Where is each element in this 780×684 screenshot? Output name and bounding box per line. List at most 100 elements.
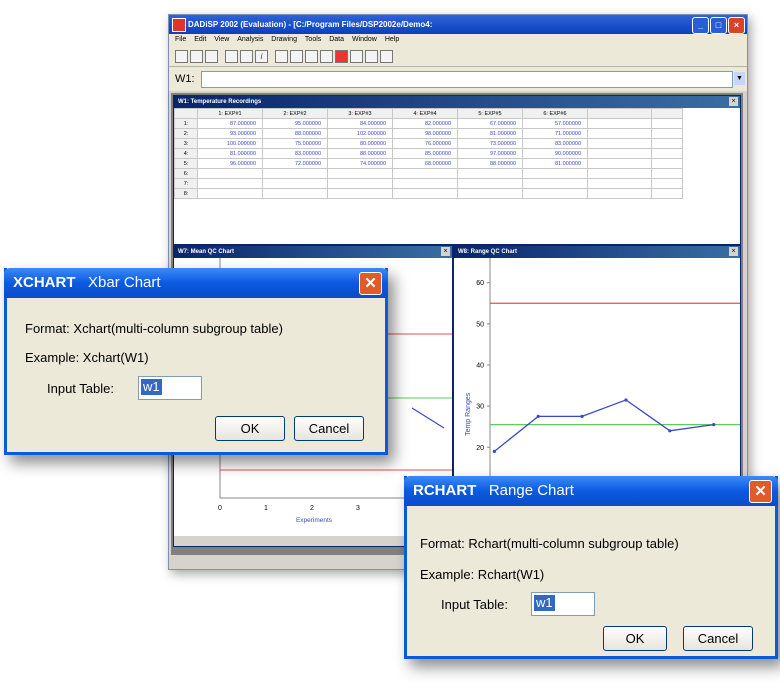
table-row[interactable]: 6: [174, 168, 683, 179]
table-cell[interactable]: 90.000000 [522, 148, 588, 159]
column-header[interactable]: 4: EXP#4 [392, 108, 458, 119]
open-icon[interactable] [190, 50, 203, 63]
chevron-down-icon[interactable]: ▼ [734, 72, 745, 85]
row-header[interactable]: 5: [174, 158, 198, 169]
row-header[interactable]: 3: [174, 138, 198, 149]
ok-button[interactable]: OK [215, 416, 285, 441]
maximize-icon[interactable]: □ [710, 17, 727, 34]
table-cell[interactable]: 100.000000 [197, 138, 263, 149]
table-cell[interactable]: 97.000000 [457, 148, 523, 159]
table-cell-empty[interactable] [587, 138, 652, 149]
close-icon[interactable]: ✕ [359, 272, 382, 295]
menu-edit[interactable]: Edit [194, 36, 206, 43]
menu-tools[interactable]: Tools [305, 36, 321, 43]
row-header[interactable]: 1: [174, 118, 198, 129]
table-cell[interactable] [392, 178, 458, 189]
table-cell[interactable]: 93.000000 [197, 128, 263, 139]
minimize-icon[interactable]: _ [692, 17, 709, 34]
close-icon[interactable]: × [728, 17, 745, 34]
menu-file[interactable]: File [175, 36, 186, 43]
close-icon[interactable]: × [729, 97, 738, 106]
table-cell[interactable]: 80.000000 [327, 138, 393, 149]
input-table-field[interactable]: w1 [531, 592, 595, 616]
table-cell[interactable]: 57.000000 [522, 118, 588, 129]
table-cell[interactable] [522, 178, 588, 189]
table-row[interactable]: 2: 93.000000 88.000000 102.000000 98.000000 8… [174, 128, 683, 139]
table-row[interactable]: 5: 96.000000 72.000000 74.000000 68.000000 88… [174, 158, 683, 169]
table-cell[interactable]: 72.000000 [262, 158, 328, 169]
table-cell[interactable]: 68.000000 [392, 158, 458, 169]
help-pointer-icon[interactable] [380, 50, 393, 63]
close-icon[interactable]: ✕ [749, 480, 772, 503]
column-header[interactable]: 6: EXP#6 [522, 108, 588, 119]
close-icon[interactable]: × [729, 247, 738, 256]
zoom-icon[interactable] [320, 50, 333, 63]
table-cell-empty[interactable] [587, 128, 652, 139]
table-cell[interactable]: 81.000000 [522, 158, 588, 169]
row-header[interactable]: 6: [174, 168, 198, 179]
row-header[interactable]: 7: [174, 178, 198, 189]
table-cell[interactable] [457, 178, 523, 189]
table-cell[interactable] [197, 168, 263, 179]
data-table[interactable]: 1: EXP#1 2: EXP#2 3: EXP#3 4: EXP#4 5: E… [174, 108, 683, 199]
table-cell[interactable] [262, 188, 328, 199]
table-cell[interactable]: 88.000000 [327, 148, 393, 159]
table-row[interactable]: 4: 81.000000 83.000000 88.000000 85.000000 97… [174, 148, 683, 159]
table-cell-empty[interactable] [587, 178, 652, 189]
table-cell-empty[interactable] [587, 148, 652, 159]
table-cell[interactable] [457, 188, 523, 199]
table-cell[interactable]: 67.000000 [457, 118, 523, 129]
table-icon[interactable] [290, 50, 303, 63]
table-cell[interactable]: 81.000000 [197, 148, 263, 159]
cancel-button[interactable]: Cancel [294, 416, 364, 441]
table-cell[interactable]: 88.000000 [457, 158, 523, 169]
table-cell[interactable] [522, 188, 588, 199]
table-cell[interactable]: 73.000000 [457, 138, 523, 149]
close-icon[interactable]: × [441, 247, 450, 256]
table-cell[interactable] [327, 168, 393, 179]
italic-icon[interactable]: i [255, 50, 268, 63]
table-window[interactable]: W1: Temperature Recordings × 1: EXP#1 2:… [173, 95, 741, 245]
table-row[interactable]: 7: [174, 178, 683, 189]
table-cell[interactable]: 83.000000 [262, 148, 328, 159]
table-cell[interactable] [522, 168, 588, 179]
table-cell-empty[interactable] [651, 138, 683, 149]
table-cell[interactable]: 75.000000 [262, 138, 328, 149]
table-cell-empty[interactable] [651, 118, 683, 129]
table-row[interactable]: 8: [174, 188, 683, 199]
menu-view[interactable]: View [214, 36, 229, 43]
table-cell[interactable]: 88.000000 [262, 128, 328, 139]
column-header[interactable]: 2: EXP#2 [262, 108, 328, 119]
table-cell-empty[interactable] [587, 188, 652, 199]
table-row[interactable]: 1: 87.000000 95.000000 84.000000 82.000000 67… [174, 118, 683, 129]
stop-icon[interactable] [335, 50, 348, 63]
function-icon[interactable] [350, 50, 363, 63]
table-cell[interactable] [327, 188, 393, 199]
table-cell-empty[interactable] [651, 188, 683, 199]
ok-button[interactable]: OK [603, 626, 667, 651]
menu-drawing[interactable]: Drawing [271, 36, 297, 43]
table-cell[interactable]: 84.000000 [327, 118, 393, 129]
table-cell[interactable]: 87.000000 [197, 118, 263, 129]
table-cell[interactable]: 76.000000 [392, 138, 458, 149]
menu-window[interactable]: Window [352, 36, 377, 43]
table-cell[interactable]: 82.000000 [392, 118, 458, 129]
table-cell[interactable] [392, 168, 458, 179]
table-cell[interactable] [197, 178, 263, 189]
cancel-button[interactable]: Cancel [683, 626, 753, 651]
table-cell[interactable] [262, 178, 328, 189]
table-cell[interactable] [457, 168, 523, 179]
table-cell[interactable] [197, 188, 263, 199]
column-header[interactable]: 5: EXP#5 [457, 108, 523, 119]
table-cell[interactable] [262, 168, 328, 179]
column-header[interactable]: 3: EXP#3 [327, 108, 393, 119]
table-cell-empty[interactable] [587, 168, 652, 179]
table-cell[interactable] [392, 188, 458, 199]
input-table-field[interactable]: w1 [138, 376, 202, 400]
table-cell[interactable]: 102.000000 [327, 128, 393, 139]
bar-chart-icon[interactable] [305, 50, 318, 63]
table-cell-empty[interactable] [587, 118, 652, 129]
worksheet-icon[interactable] [365, 50, 378, 63]
table-cell[interactable]: 96.000000 [197, 158, 263, 169]
new-icon[interactable] [175, 50, 188, 63]
